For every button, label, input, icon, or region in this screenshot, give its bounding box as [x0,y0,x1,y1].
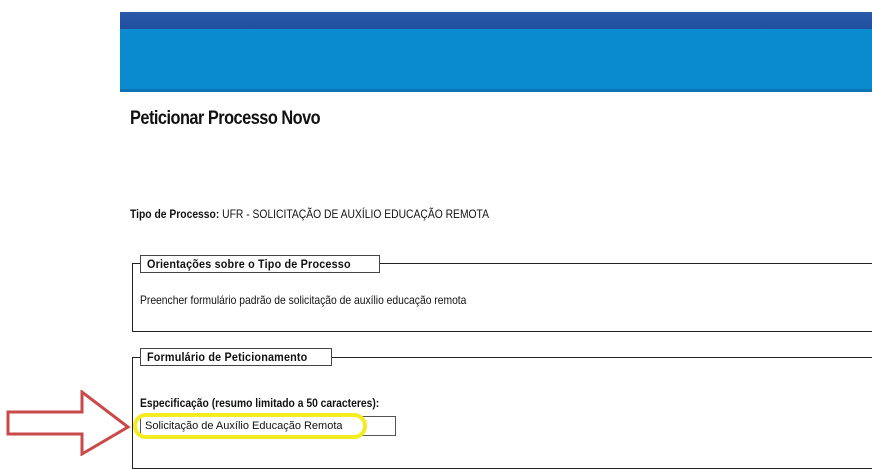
process-type-line: Tipo de Processo: UFR - SOLICITAÇÃO DE A… [130,207,489,221]
orientation-legend-text: Orientações sobre o Tipo de Processo [147,257,351,271]
form-legend-text: Formulário de Peticionamento [147,350,308,364]
orientation-legend: Orientações sobre o Tipo de Processo [140,255,381,273]
orientation-text: Preencher formulário padrão de solicitaç… [140,293,467,307]
process-type-value: UFR - SOLICITAÇÃO DE AUXÍLIO EDUCAÇÃO RE… [222,207,489,221]
red-arrow-icon [6,390,131,456]
page-title: Peticionar Processo Novo [130,108,321,129]
form-fieldset [132,357,872,469]
top-header-bar [120,12,872,92]
specification-input[interactable] [140,416,396,436]
form-legend: Formulário de Peticionamento [140,348,333,366]
header-bottom-line [120,89,872,92]
specification-label: Especificação (resumo limitado a 50 cara… [140,396,380,410]
header-top-stripe [120,12,872,29]
process-type-label: Tipo de Processo: [130,207,220,221]
